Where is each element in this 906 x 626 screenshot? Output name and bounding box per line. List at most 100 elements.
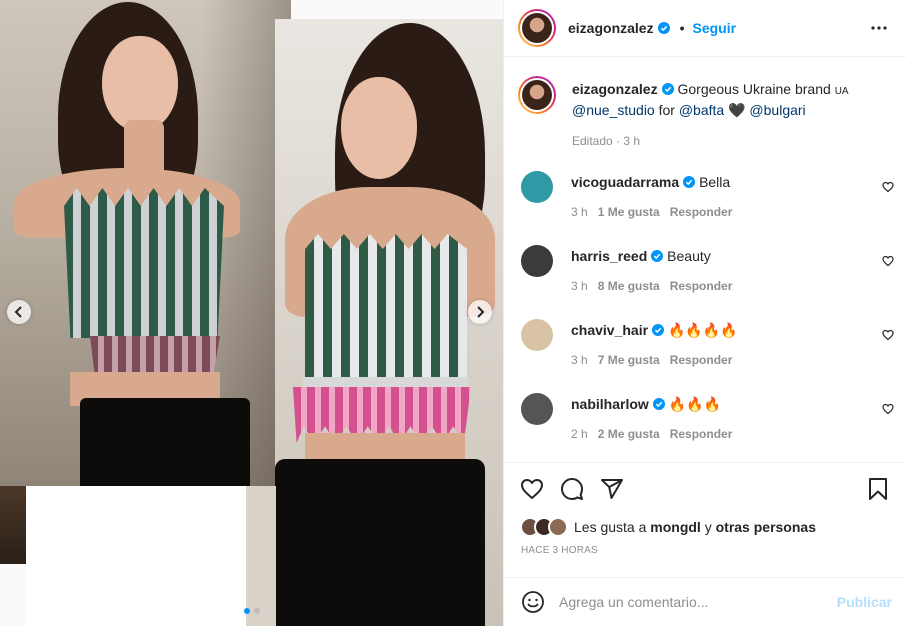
carousel-dot-1 (244, 608, 250, 614)
likes-user[interactable]: mongdl (650, 519, 701, 535)
post-actions: Les gusta a mongdl y otras personas HACE… (504, 462, 906, 577)
comment-like-heart-icon[interactable] (882, 329, 894, 341)
post-media[interactable] (0, 0, 503, 626)
liker-avatars[interactable] (520, 517, 568, 537)
comment-time: 3 h (571, 205, 588, 219)
caption-meta: Editado · 3 h (572, 134, 641, 148)
comment-likes[interactable]: 2 Me gusta (598, 427, 660, 441)
share-direct-icon[interactable] (600, 477, 624, 501)
comment-likes[interactable]: 1 Me gusta (598, 205, 660, 219)
image-edge-right (246, 486, 276, 626)
comment-like-heart-icon[interactable] (882, 255, 894, 267)
flag-emoji: UA (834, 86, 849, 97)
comment-body: vicoguadarrama Bella (571, 171, 890, 191)
mention-bulgari[interactable]: @bulgari (749, 102, 805, 118)
post-side-panel: eizagonzalez • Seguir eizagonzalez Gorge… (503, 0, 906, 626)
commenter-username[interactable]: vicoguadarrama (571, 174, 679, 190)
commenter-avatar[interactable] (521, 393, 553, 425)
likes-summary: Les gusta a mongdl y otras personas (504, 515, 906, 539)
comment-like-heart-icon[interactable] (882, 403, 894, 415)
verified-badge-icon (651, 250, 664, 262)
likes-prefix: Les gusta a (574, 519, 647, 535)
avatar-image (522, 13, 552, 43)
post-header: eizagonzalez • Seguir (504, 0, 906, 57)
author-avatar[interactable] (518, 9, 556, 47)
comment-likes[interactable]: 7 Me gusta (598, 353, 660, 367)
comment-row: chaviv_hair 🔥🔥🔥🔥 3 h 7 Me gusta Responder (504, 319, 906, 393)
black-heart-emoji: 🖤 (728, 102, 746, 118)
comment-body: harris_reed Beauty (571, 245, 890, 265)
comment-like-heart-icon[interactable] (882, 181, 894, 193)
comment-time: 3 h (571, 279, 588, 293)
verified-badge-icon (661, 83, 674, 95)
comment-row: vicoguadarrama Bella 3 h 1 Me gusta Respond… (504, 171, 906, 245)
commenter-username[interactable]: nabilharlow (571, 396, 649, 412)
image-edge (0, 486, 26, 564)
comment-text: 🔥🔥🔥 (668, 396, 721, 412)
image-gap (26, 486, 246, 626)
post-caption: eizagonzalez Gorgeous Ukraine brand UA @… (504, 58, 906, 150)
commenter-username[interactable]: harris_reed (571, 248, 647, 264)
comment-row: harris_reed Beauty 3 h 8 Me gusta Responder (504, 245, 906, 319)
sequin-corset (64, 188, 224, 338)
commenter-avatar[interactable] (521, 245, 553, 277)
likes-others[interactable]: otras personas (716, 519, 816, 535)
verified-badge-icon (657, 22, 670, 34)
follow-button[interactable]: Seguir (693, 20, 737, 36)
previous-slide-button[interactable] (7, 300, 31, 324)
comment-meta: 2 h 2 Me gusta Responder (571, 427, 890, 441)
chevron-left-icon (14, 306, 22, 318)
caption-text-2: for (658, 102, 675, 118)
post-photo-1 (0, 0, 291, 486)
commenter-avatar[interactable] (521, 171, 553, 203)
verified-badge-icon (683, 176, 696, 188)
comment-text: Bella (699, 174, 731, 190)
comment-meta: 3 h 7 Me gusta Responder (571, 353, 890, 367)
neck (124, 120, 164, 180)
comment-likes[interactable]: 8 Me gusta (598, 279, 660, 293)
comment-time: 3 h (571, 353, 588, 367)
avatar-image (522, 80, 552, 110)
reply-button[interactable]: Responder (670, 279, 733, 293)
reply-button[interactable]: Responder (670, 353, 733, 367)
comment-text: Beauty (667, 248, 711, 264)
carousel-dot-2 (254, 608, 260, 614)
caption-text: eizagonzalez Gorgeous Ukraine brand UA @… (572, 76, 890, 150)
face (102, 36, 178, 132)
black-skirt (80, 398, 250, 486)
black-skirt (275, 459, 485, 626)
caption-text-1: Gorgeous Ukraine brand (677, 81, 831, 97)
like-heart-icon[interactable] (520, 477, 544, 501)
comment-body: chaviv_hair 🔥🔥🔥🔥 (571, 319, 890, 339)
caption-username[interactable]: eizagonzalez (572, 81, 658, 97)
commenter-avatar[interactable] (521, 319, 553, 351)
comments-list[interactable]: eizagonzalez Gorgeous Ukraine brand UA @… (504, 58, 906, 461)
publish-button[interactable]: Publicar (837, 594, 892, 610)
carousel-indicator (244, 608, 260, 614)
save-bookmark-icon[interactable] (866, 477, 890, 501)
author-username[interactable]: eizagonzalez (568, 20, 654, 36)
comment-input[interactable] (559, 594, 837, 610)
face (341, 77, 417, 179)
mention-nue-studio[interactable]: @nue_studio (572, 102, 655, 118)
more-options-icon[interactable] (870, 20, 888, 36)
comment-bubble-icon[interactable] (560, 477, 584, 501)
post-time[interactable]: HACE 3 HORAS (504, 539, 906, 556)
comment-row: nabilharlow 🔥🔥🔥 2 h 2 Me gusta Responder (504, 393, 906, 461)
comment-meta: 3 h 1 Me gusta Responder (571, 205, 890, 219)
likes-joiner: y (704, 519, 712, 535)
next-slide-button[interactable] (468, 300, 492, 324)
comment-time: 2 h (571, 427, 588, 441)
add-comment-bar: Publicar (504, 577, 906, 626)
comment-rows: vicoguadarrama Bella 3 h 1 Me gusta Respond… (504, 171, 906, 461)
caption-author-avatar[interactable] (518, 76, 556, 114)
emoji-icon[interactable] (521, 590, 545, 614)
reply-button[interactable]: Responder (670, 205, 733, 219)
sequin-corset (305, 234, 467, 384)
liker-avatar (548, 517, 568, 537)
mention-bafta[interactable]: @bafta (679, 102, 724, 118)
action-icons-row (504, 463, 906, 515)
reply-button[interactable]: Responder (670, 427, 733, 441)
comment-text: 🔥🔥🔥🔥 (667, 322, 738, 338)
commenter-username[interactable]: chaviv_hair (571, 322, 648, 338)
